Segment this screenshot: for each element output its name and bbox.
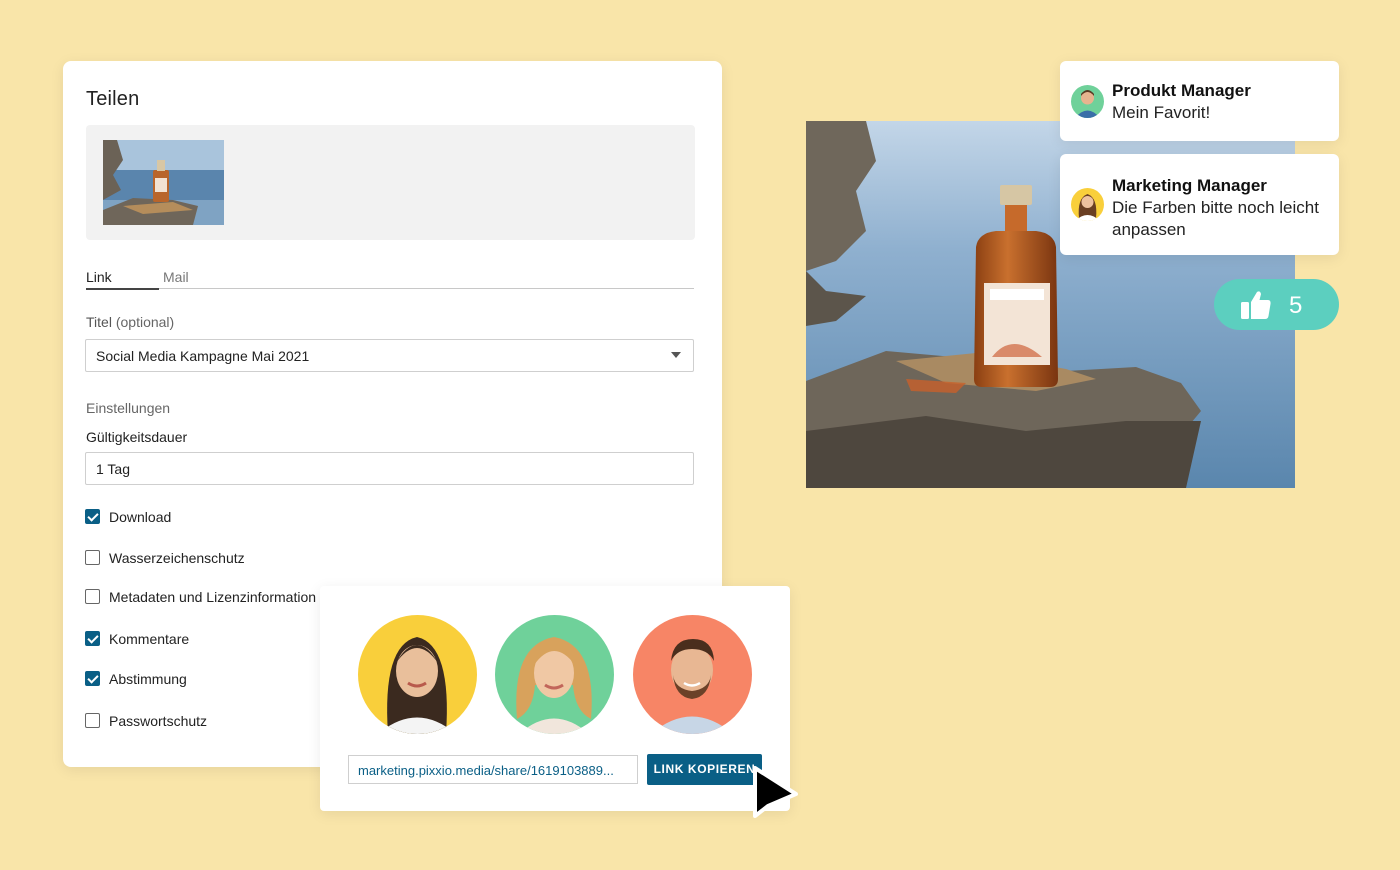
avatar <box>1071 85 1104 118</box>
like-counter[interactable]: 5 <box>1214 279 1339 330</box>
password-checkbox[interactable] <box>85 713 100 728</box>
metadata-label: Metadaten und Lizenzinformation <box>109 589 317 605</box>
title-field-label: Titel (optional) <box>86 314 174 330</box>
copy-link-button[interactable]: LINK KOPIEREN <box>647 754 762 785</box>
avatar <box>495 615 614 734</box>
voting-checkbox[interactable] <box>85 671 100 686</box>
comments-label: Kommentare <box>109 631 190 647</box>
comment-card: Marketing Manager Die Farben bitte noch … <box>1060 154 1339 255</box>
share-tabs: Link Mail <box>86 266 694 290</box>
comment-author: Produkt Manager <box>1112 81 1251 100</box>
comment-author: Marketing Manager <box>1112 176 1267 195</box>
title-select-value: Social Media Kampagne Mai 2021 <box>96 348 310 364</box>
settings-heading: Einstellungen <box>86 400 171 416</box>
validity-label: Gültigkeitsdauer <box>86 429 188 445</box>
comments-checkbox[interactable] <box>85 631 100 646</box>
validity-field[interactable]: 1 Tag <box>85 452 694 485</box>
avatar <box>633 615 752 734</box>
tab-mail[interactable]: Mail <box>163 269 189 285</box>
share-link-card: marketing.pixxio.media/share/1619103889.… <box>320 586 790 811</box>
title-label-text: Titel <box>86 314 112 330</box>
share-url: marketing.pixxio.media/share/1619103889.… <box>358 763 614 778</box>
preview-thumbnail <box>103 140 224 225</box>
comment-card: Produkt Manager Mein Favorit! <box>1060 61 1339 141</box>
watermark-checkbox[interactable] <box>85 550 100 565</box>
title-optional-hint: (optional) <box>115 314 175 330</box>
chevron-down-icon[interactable] <box>671 352 681 358</box>
avatar <box>358 615 477 734</box>
title-select[interactable]: Social Media Kampagne Mai 2021 <box>85 339 694 372</box>
like-count: 5 <box>1289 292 1303 319</box>
share-title: Teilen <box>86 88 140 110</box>
password-label: Passwortschutz <box>109 713 208 729</box>
download-checkbox[interactable] <box>85 509 100 524</box>
voting-label: Abstimmung <box>109 671 187 687</box>
validity-value: 1 Tag <box>96 461 130 477</box>
watermark-label: Wasserzeichenschutz <box>109 550 245 566</box>
thumbs-up-icon <box>1241 291 1271 319</box>
download-label: Download <box>109 509 172 525</box>
avatar <box>1071 188 1104 221</box>
preview-area <box>86 125 695 240</box>
metadata-checkbox[interactable] <box>85 589 100 604</box>
tab-link[interactable]: Link <box>86 269 159 290</box>
comment-text: Die Farben bitte noch leicht anpassen <box>1112 198 1319 239</box>
mouse-cursor-icon <box>753 766 798 818</box>
share-url-field[interactable]: marketing.pixxio.media/share/1619103889.… <box>348 755 638 784</box>
comment-text: Mein Favorit! <box>1112 103 1211 122</box>
